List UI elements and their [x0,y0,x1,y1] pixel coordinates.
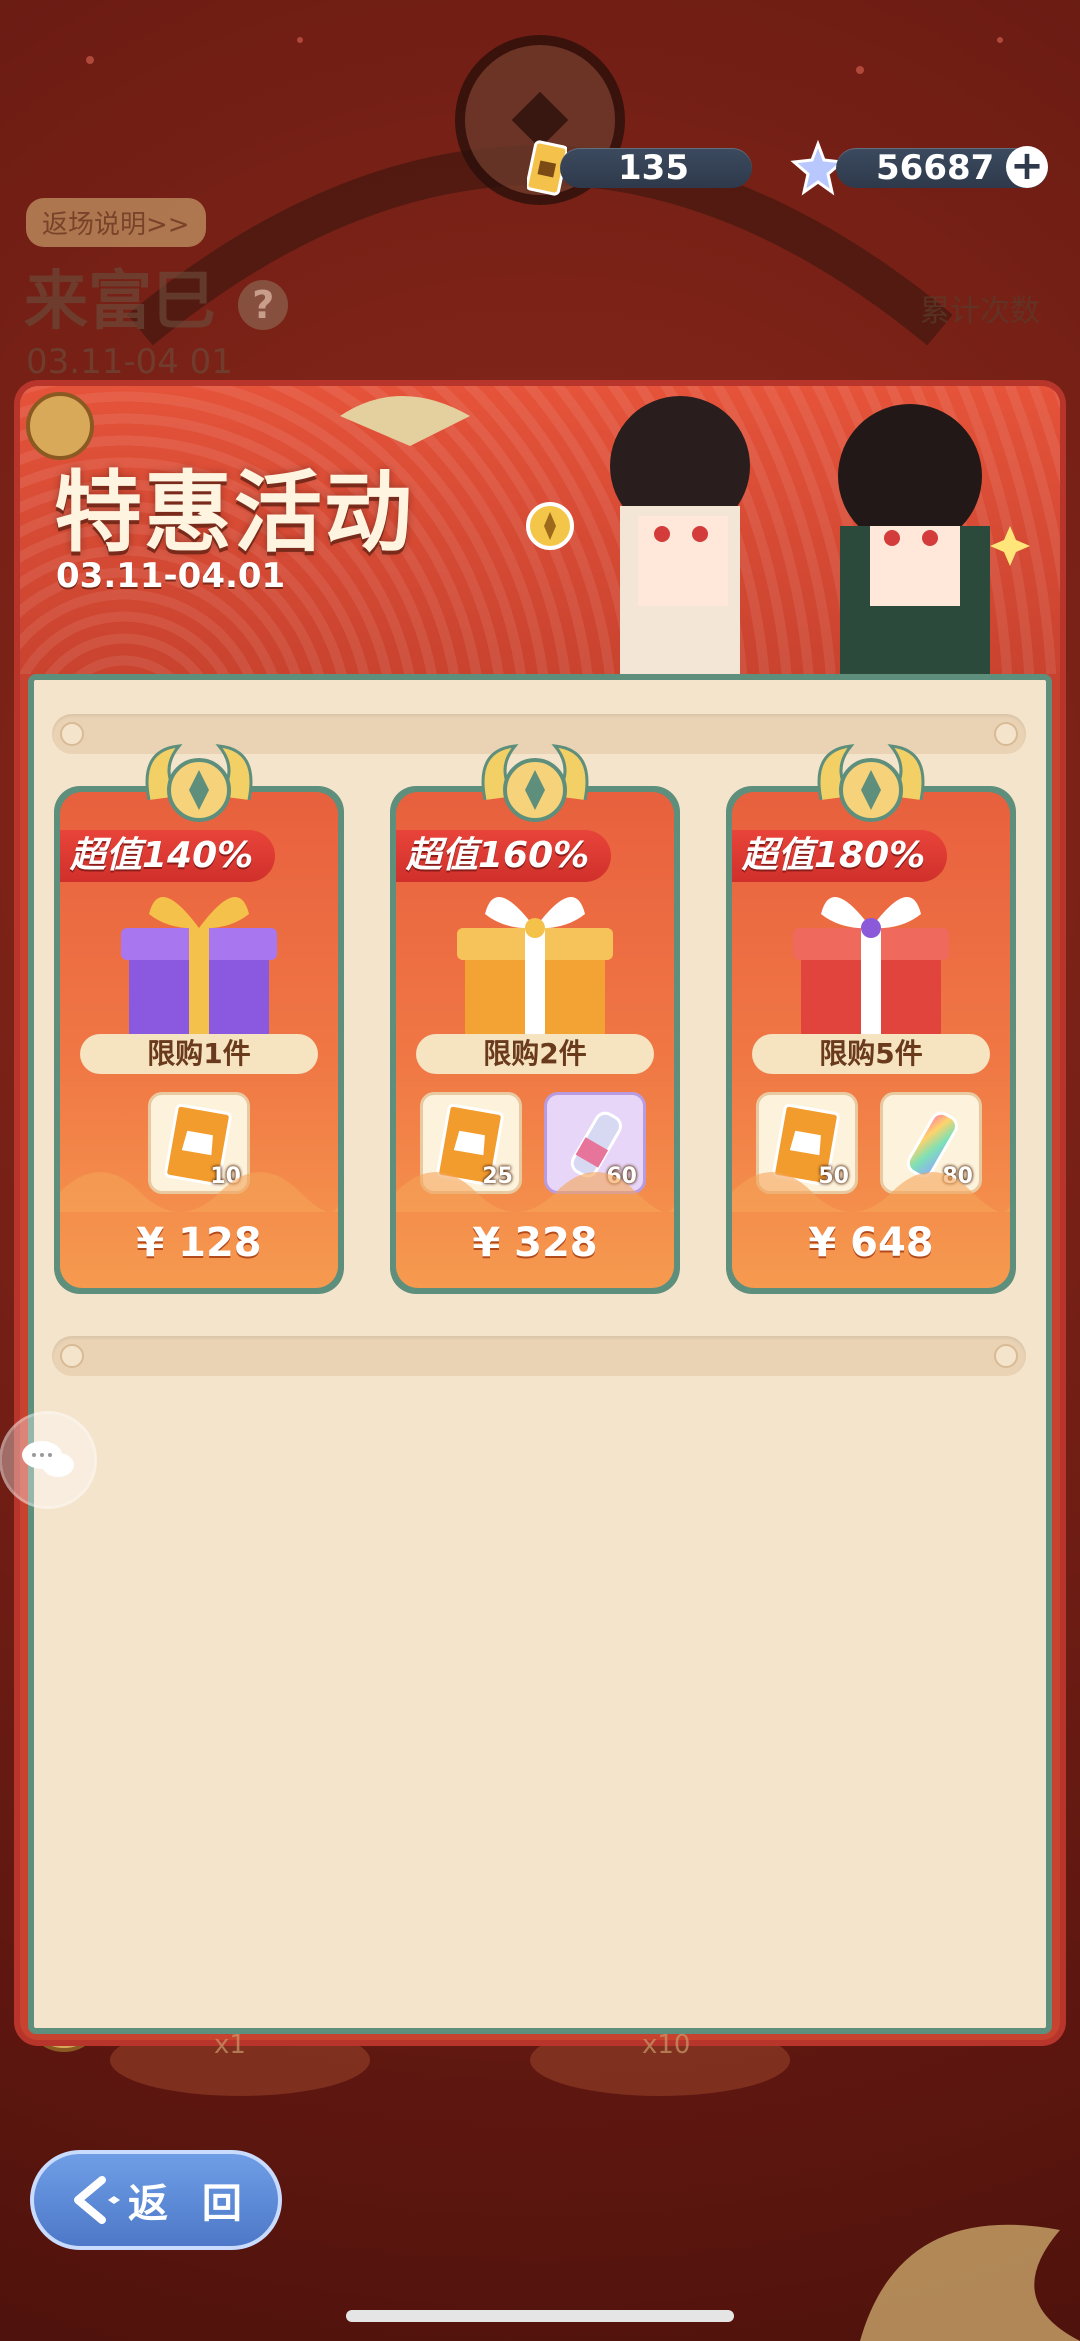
price-button[interactable]: ¥ 128 [60,1220,338,1266]
purple-gift-box-icon [121,896,277,1040]
purchase-limit: 限购2件 [416,1034,654,1074]
explain-link[interactable]: 返场说明>> [26,198,206,247]
x1-label: x1 [214,2030,246,2060]
help-icon[interactable]: ? [238,280,289,331]
offer-card-328[interactable]: 超值160% 限购2件 25 60 ¥ 328 [390,786,680,1294]
value-ribbon: 超值180% [732,830,948,882]
card-crest-decor [481,744,589,822]
banner-date: 03.11-04.01 [56,556,286,596]
card-crest-decor [145,744,253,822]
background-event-title-text: 来富巳 [24,265,216,339]
background-event-date: 03.11-04 01 [26,342,233,382]
back-button-label: 返 回 [128,2181,252,2227]
value-ribbon: 超值140% [60,830,276,882]
card-crest-decor [817,744,925,822]
cloud-decor [396,1172,674,1212]
banner-title: 特惠活动 [54,461,415,564]
cloud-decor [732,1172,1010,1212]
purchase-limit: 限购1件 [80,1034,318,1074]
red-gift-box-icon [793,896,949,1040]
cumulative-count-label: 累计次数 [920,294,1040,329]
character-illustration [610,396,990,674]
offer-card-128[interactable]: 超值140% 限购1件 10 ¥ 128 [54,786,344,1294]
add-currency-button[interactable]: + [1006,146,1048,188]
purchase-limit: 限购5件 [752,1034,990,1074]
price-button[interactable]: ¥ 648 [732,1220,1010,1266]
offer-card-648[interactable]: 超值180% 限购5件 50 80 ¥ 648 [726,786,1016,1294]
x10-label: x10 [642,2030,691,2060]
bottom-rail-decor [52,1336,1026,1376]
ticket-currency-display: 135 [560,148,752,188]
cloud-decor [60,1172,338,1212]
star-count: 56687 [876,148,995,188]
chat-bubbles-icon [22,1441,74,1477]
ticket-count: 135 [618,148,689,188]
orange-gift-box-icon [457,896,613,1040]
back-button[interactable]: 返 回 [30,2150,282,2250]
back-arrow-icon [74,2176,120,2224]
price-button[interactable]: ¥ 328 [396,1220,674,1266]
background-event-title: 来富巳 ? [24,250,289,342]
value-ribbon: 超值160% [396,830,612,882]
chat-button[interactable] [2,1414,94,1506]
home-indicator[interactable] [346,2310,734,2322]
